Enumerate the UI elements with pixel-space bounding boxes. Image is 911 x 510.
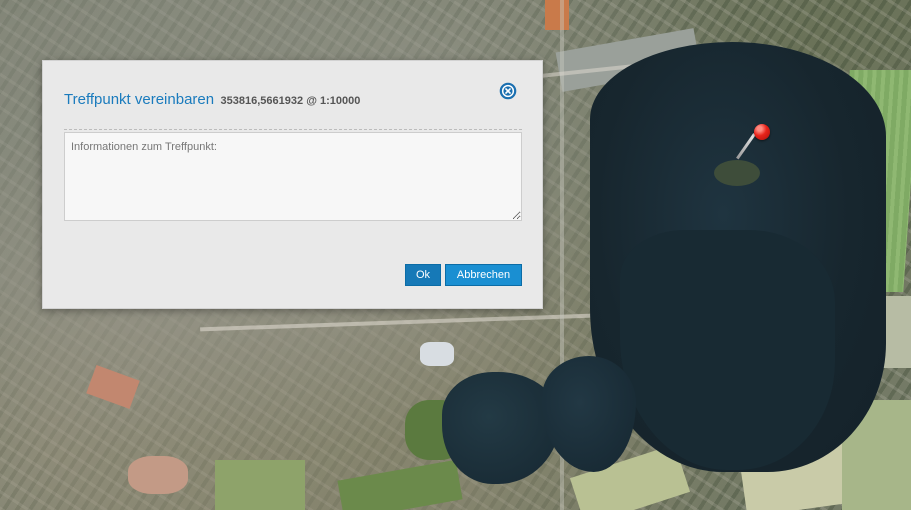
ok-button[interactable]: Ok <box>405 264 441 286</box>
map-building <box>86 365 140 409</box>
close-circle-icon <box>499 82 517 100</box>
close-button[interactable] <box>499 82 517 100</box>
dialog-coordinates: 353816,5661932 @ 1:10000 <box>220 95 361 107</box>
dialog-title-text: Treffpunkt vereinbaren <box>64 91 215 108</box>
dialog-title: Treffpunkt vereinbaren 353816,5661932 @ … <box>64 91 360 109</box>
dialog-separator <box>64 129 522 130</box>
map-road <box>200 312 620 332</box>
map-pin-head <box>754 124 770 140</box>
map-field <box>337 459 463 510</box>
cancel-button[interactable]: Abbrechen <box>445 264 522 286</box>
map-lake-small <box>542 356 636 472</box>
map-pin-icon[interactable] <box>736 124 770 164</box>
meeting-point-dialog: Treffpunkt vereinbaren 353816,5661932 @ … <box>42 60 543 309</box>
map-field <box>215 460 305 510</box>
meeting-info-textarea[interactable] <box>64 132 522 221</box>
map-building <box>545 0 569 30</box>
map-building <box>420 342 454 366</box>
map-sports-ground <box>128 456 188 494</box>
